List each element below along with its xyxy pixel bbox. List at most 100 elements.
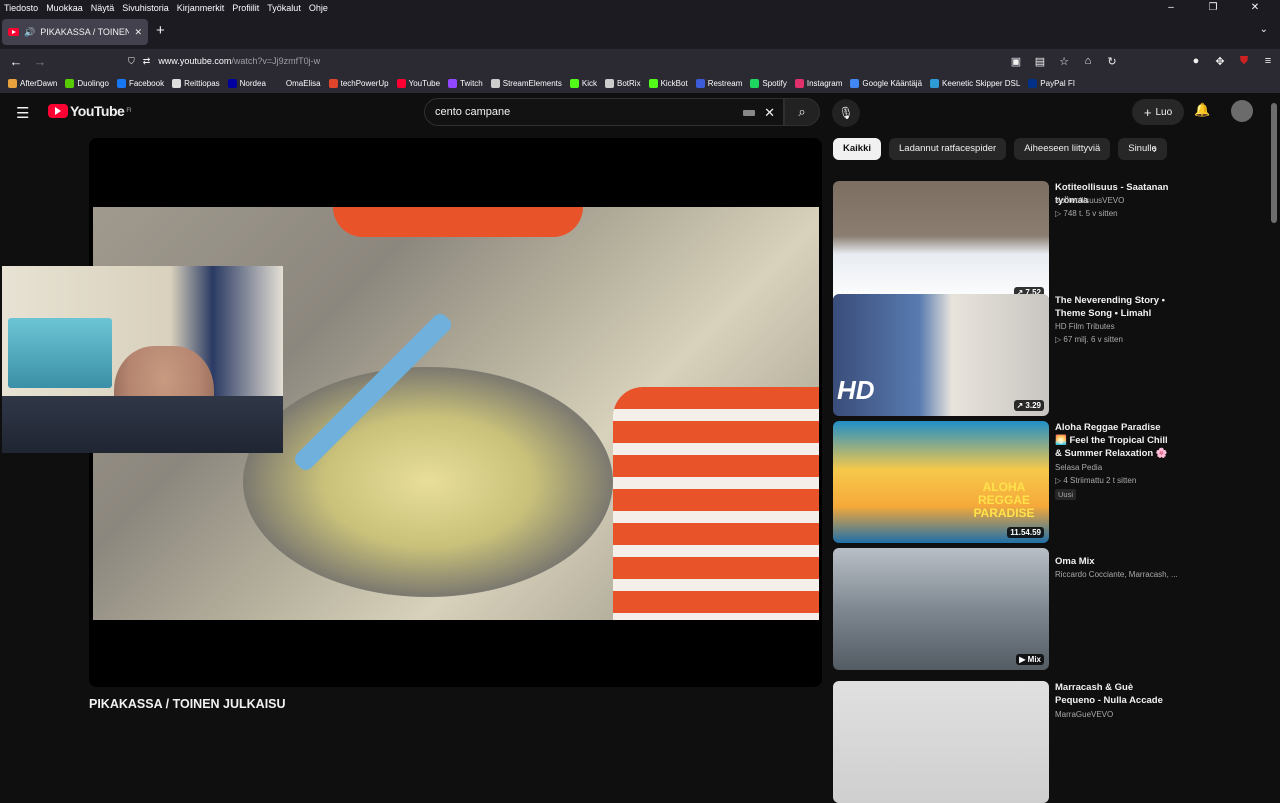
recommendation-channel[interactable]: MarraGueVEVO (1055, 710, 1180, 719)
recommendation-thumbnail[interactable] (833, 681, 1049, 803)
recommendation-item[interactable]: ALOHA REGGAE PARADISE 11.54.59 Aloha Reg… (833, 421, 1183, 543)
chip-uploader[interactable]: Ladannut ratfacespider (889, 138, 1007, 160)
chip-for-you[interactable]: Sinulle (1118, 138, 1167, 160)
menu-profiles[interactable]: Profiilit (232, 3, 259, 13)
bookmark-star-icon[interactable]: ☆ (1052, 55, 1076, 68)
bookmark-label: Google Kääntäjä (862, 78, 923, 88)
create-button[interactable]: + Luo (1132, 99, 1184, 125)
url-bar[interactable]: ⛉ ⇄ www.youtube.com/watch?v=Jj9zmfT0j-w (128, 51, 1078, 71)
guide-menu-icon[interactable]: ☰ (16, 104, 29, 122)
search-button[interactable]: ⌕ (784, 98, 820, 126)
bookmark-item[interactable]: Instagram (794, 78, 843, 88)
recommendation-channel[interactable]: HD Film Tributes (1055, 322, 1180, 331)
webcam-poster (8, 318, 112, 388)
bookmark-label: Instagram (806, 78, 843, 88)
bookmark-item[interactable]: Spotify (750, 78, 787, 88)
scrollbar-thumb[interactable] (1271, 103, 1277, 223)
list-tabs-icon[interactable]: ⌄ (1260, 24, 1268, 35)
recommendation-title[interactable]: Oma Mix (1055, 555, 1173, 568)
bookmark-item[interactable]: YouTube (396, 78, 440, 88)
recommendation-channel[interactable]: KotiteollisuusVEVO (1055, 196, 1180, 205)
speaker-icon[interactable]: 🔊 (24, 27, 35, 38)
reload-icon[interactable]: ↻ (1100, 55, 1124, 68)
tab-title: PIKAKASSA / TOINEN JULKAISU (40, 27, 130, 37)
new-tab-button[interactable]: + (156, 22, 165, 39)
bookmark-item[interactable]: Kick (569, 78, 597, 88)
recommendation-channel[interactable]: Riccardo Cocciante, Marracash, ... (1055, 570, 1180, 579)
forward-button[interactable]: → (28, 54, 52, 69)
tab-close-icon[interactable]: ✕ (134, 27, 142, 38)
tab-active[interactable]: 🔊 PIKAKASSA / TOINEN JULKAISU ✕ (2, 19, 148, 45)
recommendation-thumbnail[interactable]: HD ↗ 3.29 (833, 294, 1049, 416)
duration-badge: 11.54.59 (1007, 527, 1044, 538)
menu-view[interactable]: Näytä (91, 3, 115, 13)
bookmark-item[interactable]: AfterDawn (8, 78, 57, 88)
recommendation-item[interactable]: Marracash & Guè Pequeno - Nulla Accade M… (833, 681, 1183, 803)
bookmark-item[interactable]: Twitch (448, 78, 483, 88)
chip-related[interactable]: Aiheeseen liittyviä (1014, 138, 1111, 160)
restore-button[interactable]: ❐ (1196, 0, 1230, 15)
reader-view-icon[interactable]: ▤ (1028, 55, 1052, 68)
ublock-icon[interactable]: ⛊ (1232, 55, 1256, 68)
chevron-right-icon[interactable]: › (1153, 142, 1157, 156)
menu-bookmarks[interactable]: Kirjanmerkit (177, 3, 225, 13)
bookmark-item[interactable]: Facebook (116, 78, 164, 88)
bookmark-item[interactable]: PayPal FI (1028, 78, 1075, 88)
recommendation-item[interactable]: vevo ↗ 7.52 Kotiteollisuus - Saatanan ty… (833, 181, 1183, 303)
extensions-icon[interactable]: ✥ (1208, 55, 1232, 68)
bookmark-item[interactable]: Keenetic Skipper DSL (930, 78, 1020, 88)
keyboard-icon[interactable] (743, 110, 755, 116)
back-button[interactable]: ← (4, 54, 28, 69)
bookmark-item[interactable]: BotRix (605, 78, 641, 88)
minimize-button[interactable]: – (1154, 0, 1188, 15)
recommendation-title[interactable]: The Neverending Story • Theme Song • Lim… (1055, 294, 1173, 320)
screenshot-icon[interactable]: ▣ (1004, 55, 1028, 68)
bookmark-item[interactable]: OmaElisa (273, 78, 321, 88)
bookmark-item[interactable]: Nordea (227, 78, 266, 88)
menu-edit[interactable]: Muokkaa (46, 3, 83, 13)
home-icon[interactable]: ⌂ (1076, 55, 1100, 67)
youtube-logo[interactable]: YouTube FI (48, 103, 131, 119)
bookmark-item[interactable]: Google Kääntäjä (850, 78, 923, 88)
menu-file[interactable]: Tiedosto (4, 3, 38, 13)
bookmark-item[interactable]: StreamElements (490, 78, 562, 88)
recommendation-item[interactable]: HD ↗ 3.29 The Neverending Story • Theme … (833, 294, 1183, 416)
bookmark-label: PayPal FI (1040, 78, 1075, 88)
bookmark-favicon-icon (8, 78, 17, 88)
chip-all[interactable]: Kaikki (833, 138, 881, 160)
filter-chips: Kaikki Ladannut ratfacespider Aiheeseen … (833, 138, 1167, 160)
bookmark-favicon-icon (273, 78, 283, 88)
menu-help[interactable]: Ohje (309, 3, 328, 13)
bookmark-item[interactable]: Restream (695, 78, 742, 88)
recommendation-channel[interactable]: Selasa Pedia (1055, 463, 1180, 472)
permissions-icon[interactable]: ⇄ (143, 56, 151, 67)
shield-icon[interactable]: ⛉ (128, 56, 135, 67)
voice-search-button[interactable]: 🎙 (832, 99, 860, 127)
recommendation-title[interactable]: Aloha Reggae Paradise 🌅 Feel the Tropica… (1055, 421, 1173, 460)
bookmark-item[interactable]: KickBot (648, 78, 688, 88)
bookmark-item[interactable]: techPowerUp (328, 78, 389, 88)
menu-history[interactable]: Sivuhistoria (122, 3, 169, 13)
recommendation-thumbnail[interactable]: ▶ Mix (833, 548, 1049, 670)
recommendation-title[interactable]: Marracash & Guè Pequeno - Nulla Accade (1055, 681, 1173, 707)
menu-icon[interactable]: ≡ (1256, 55, 1280, 67)
bookmark-favicon-icon (794, 78, 804, 88)
search-input[interactable]: cento campane ✕ (424, 98, 784, 126)
bookmark-favicon-icon (172, 78, 182, 88)
account-icon[interactable]: ● (1184, 55, 1208, 67)
mic-icon: 🎙 (838, 106, 854, 120)
recommendation-thumbnail[interactable]: vevo ↗ 7.52 (833, 181, 1049, 303)
recommendation-thumbnail[interactable]: ALOHA REGGAE PARADISE 11.54.59 (833, 421, 1049, 543)
page-scrollbar[interactable] (1268, 93, 1280, 720)
notifications-bell-icon[interactable]: 🔔 (1194, 102, 1210, 118)
bookmark-item[interactable]: Duolingo (65, 78, 109, 88)
bookmark-item[interactable]: Reittiopas (172, 78, 220, 88)
menu-tools[interactable]: Työkalut (267, 3, 301, 13)
close-window-button[interactable]: ✕ (1238, 0, 1272, 15)
clear-search-icon[interactable]: ✕ (764, 105, 775, 121)
search-icon: ⌕ (798, 104, 806, 119)
url-text[interactable]: www.youtube.com/watch?v=Jj9zmfT0j-w (158, 56, 320, 66)
recommendation-item[interactable]: ▶ Mix Oma Mix Riccardo Cocciante, Marrac… (833, 548, 1183, 670)
youtube-logo-text: YouTube (70, 103, 125, 119)
avatar[interactable] (1231, 100, 1253, 122)
